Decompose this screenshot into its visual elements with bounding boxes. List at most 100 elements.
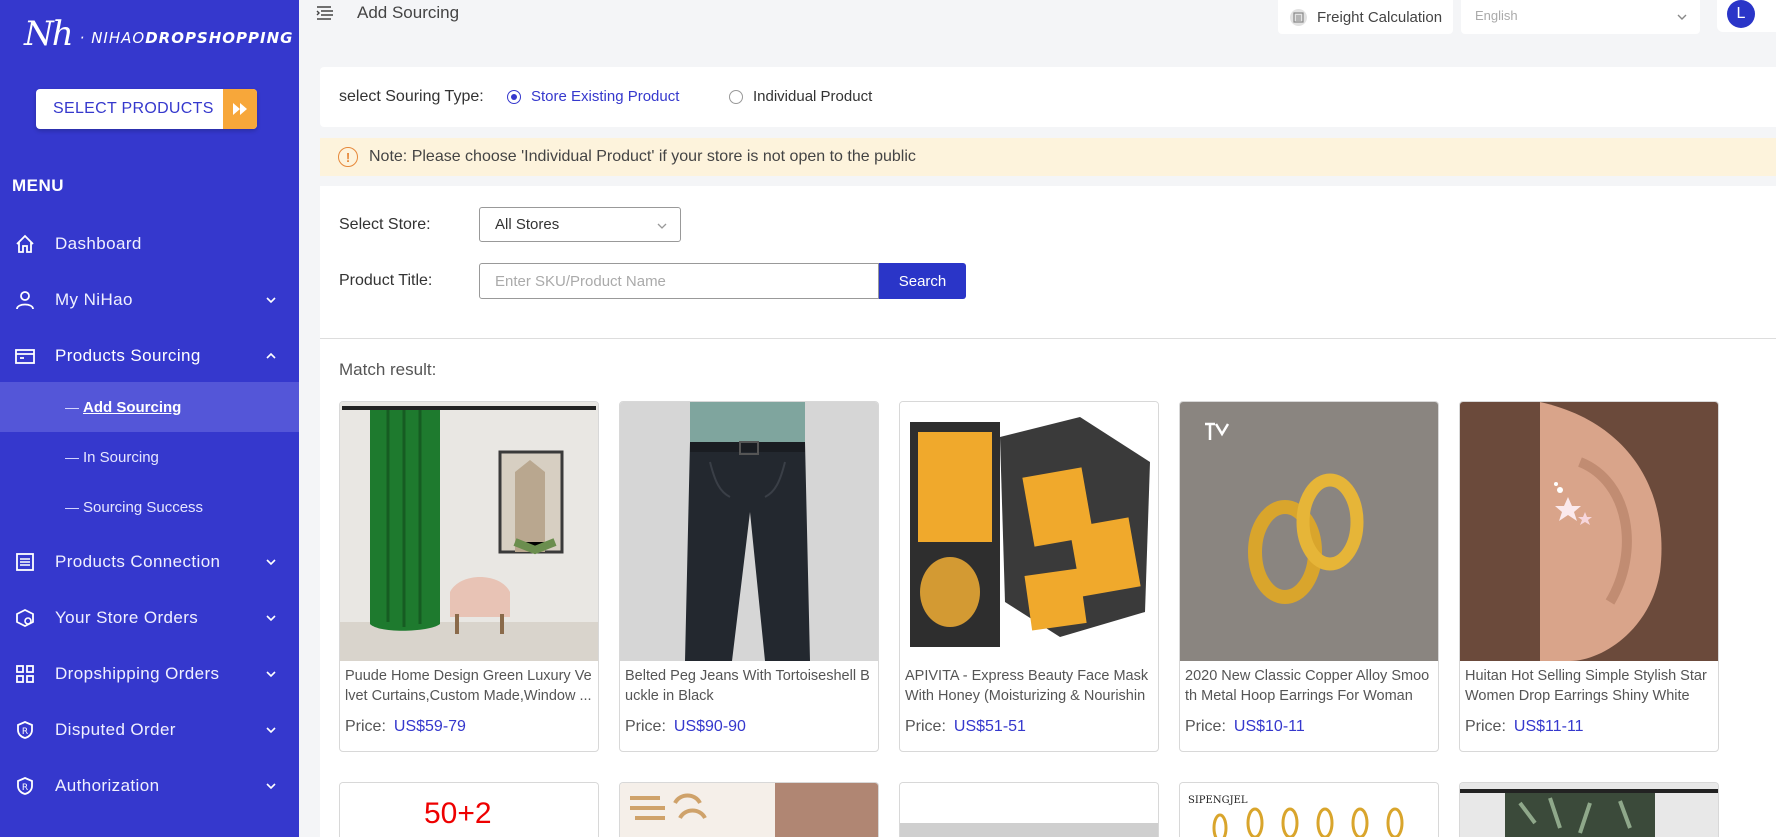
product-image-pack: 50+2 (340, 783, 598, 837)
freight-calculation-button[interactable]: Freight Calculation (1278, 0, 1453, 34)
chevron-down-icon (266, 783, 276, 790)
product-card[interactable] (619, 782, 879, 837)
product-card[interactable]: Belted Peg Jeans With Tortoiseshell Buck… (619, 401, 879, 752)
shield-icon: R (14, 775, 36, 797)
product-image-star-earrings (1460, 402, 1718, 661)
chevron-down-icon (266, 297, 276, 304)
product-price: Price: US$59-79 (345, 718, 466, 735)
product-image-ear-cuffs (620, 783, 878, 837)
radio-store-existing-product[interactable]: Store Existing Product (507, 88, 679, 105)
menu-toggle-icon[interactable] (316, 6, 334, 20)
product-image-face-mask (900, 402, 1158, 661)
product-title: Belted Peg Jeans With Tortoiseshell Buck… (625, 668, 870, 704)
freight-calculation-label: Freight Calculation (1317, 8, 1443, 26)
radio-individual-product[interactable]: Individual Product (729, 88, 872, 105)
user-icon (14, 289, 36, 311)
calculator-icon (1290, 8, 1307, 26)
avatar: L (1727, 0, 1755, 28)
product-image (900, 783, 1158, 837)
chevron-down-icon (266, 671, 276, 678)
product-card[interactable]: 50+2 (339, 782, 599, 837)
brand-logo[interactable]: Nh · NIHAODROPSHOPPING (24, 14, 293, 54)
product-card[interactable] (1459, 782, 1719, 837)
product-image-plant (1460, 783, 1718, 837)
svg-text:R: R (22, 783, 28, 793)
sidebar-subitem-label: In Sourcing (83, 448, 159, 466)
sidebar-item-label: Dashboard (55, 234, 142, 253)
product-card[interactable]: Puude Home Design Green Luxury Velvet Cu… (339, 401, 599, 752)
product-title: Puude Home Design Green Luxury Velvet Cu… (345, 668, 592, 704)
product-card[interactable]: Huitan Hot Selling Simple Stylish Star W… (1459, 401, 1719, 752)
sidebar-item-authorization[interactable]: R Authorization (0, 761, 299, 811)
user-menu[interactable]: L (1717, 0, 1776, 32)
sidebar-item-products-connection[interactable]: Products Connection (0, 537, 299, 587)
sidebar-item-label: Your Store Orders (55, 608, 199, 627)
select-store-label: Select Store: (339, 216, 431, 233)
sidebar-item-dropshipping-orders[interactable]: Dropshipping Orders (0, 649, 299, 699)
sidebar-subitem-label: Sourcing Success (83, 498, 204, 516)
sidebar-subitem-sourcing-success[interactable]: — Sourcing Success (0, 482, 299, 532)
divider (320, 338, 1776, 339)
sidebar-item-your-store-orders[interactable]: Your Store Orders (0, 593, 299, 643)
chevron-down-icon (266, 615, 276, 622)
main-panel: Select Store: All Stores Product Title: … (320, 186, 1776, 837)
sourcing-type-label: select Souring Type: (339, 88, 484, 105)
sourcing-type-panel: select Souring Type: Store Existing Prod… (320, 67, 1776, 127)
sidebar-item-dashboard[interactable]: Dashboard (0, 219, 299, 269)
product-card[interactable]: APIVITA - Express Beauty Face Mask With … (899, 401, 1159, 752)
radio-label: Individual Product (753, 88, 873, 105)
thumb-brand: SIPENGJEL (1188, 795, 1248, 806)
product-image-hoop-earrings (1180, 402, 1438, 661)
note-banner: ! Note: Please choose 'Individual Produc… (320, 138, 1776, 176)
product-image-jeans (620, 402, 878, 661)
sidebar-item-label: Products Connection (55, 552, 221, 571)
shield-icon: R (14, 719, 36, 741)
store-select-value: All Stores (495, 216, 560, 233)
radio-label: Store Existing Product (531, 88, 680, 105)
page-title: Add Sourcing (357, 3, 460, 22)
sidebar-subitem-in-sourcing[interactable]: — In Sourcing (0, 432, 299, 482)
product-card[interactable]: 2020 New Classic Copper Alloy Smooth Met… (1179, 401, 1439, 752)
product-image-curtain (340, 402, 598, 661)
warning-icon: ! (338, 147, 358, 167)
radio-dot (729, 89, 743, 104)
product-card[interactable] (899, 782, 1159, 837)
logo-text: · NIHAODROPSHOPPING (79, 29, 294, 47)
menu-title: MENU (12, 176, 65, 195)
top-bar: Add Sourcing Freight Calculation English… (299, 0, 1776, 34)
store-select[interactable]: All Stores (479, 207, 681, 242)
search-button[interactable]: Search (879, 263, 966, 299)
sidebar-item-label: Dropshipping Orders (55, 664, 220, 683)
sourcing-icon (14, 345, 36, 367)
sidebar-item-label: My NiHao (55, 290, 133, 309)
language-value: English (1475, 8, 1518, 23)
radio-dot (507, 89, 521, 104)
home-icon (14, 233, 36, 255)
sidebar-subitem-label: Add Sourcing (83, 398, 182, 416)
sidebar-item-label: Disputed Order (55, 720, 176, 739)
product-title: Huitan Hot Selling Simple Stylish Star W… (1465, 668, 1707, 704)
sidebar-item-my-nihao[interactable]: My NiHao (0, 275, 299, 325)
note-text: Note: Please choose 'Individual Product'… (369, 148, 916, 165)
product-price: Price: US$10-11 (1185, 718, 1305, 735)
language-select[interactable]: English (1461, 0, 1700, 34)
chevron-up-icon (266, 352, 276, 359)
chevron-down-icon (266, 559, 276, 566)
chevron-down-icon (266, 727, 276, 734)
sidebar: Nh · NIHAODROPSHOPPING SELECT PRODUCTS M… (0, 0, 299, 837)
product-price: Price: US$51-51 (905, 718, 1026, 735)
sidebar-item-products-sourcing[interactable]: Products Sourcing (0, 331, 299, 381)
store-search-icon (14, 607, 36, 629)
sidebar-item-label: Products Sourcing (55, 346, 201, 365)
grid-icon (14, 663, 36, 685)
list-icon (14, 551, 36, 573)
search-input[interactable] (479, 263, 879, 299)
product-card[interactable]: SIPENGJEL (1179, 782, 1439, 837)
product-price: Price: US$11-11 (1465, 718, 1584, 735)
match-result-label: Match result: (339, 360, 437, 379)
sidebar-item-label: Authorization (55, 776, 160, 795)
sidebar-item-disputed-order[interactable]: R Disputed Order (0, 705, 299, 755)
sidebar-subitem-add-sourcing[interactable]: — Add Sourcing (0, 382, 299, 432)
select-products-button[interactable]: SELECT PRODUCTS (36, 89, 257, 129)
svg-text:R: R (22, 727, 28, 737)
